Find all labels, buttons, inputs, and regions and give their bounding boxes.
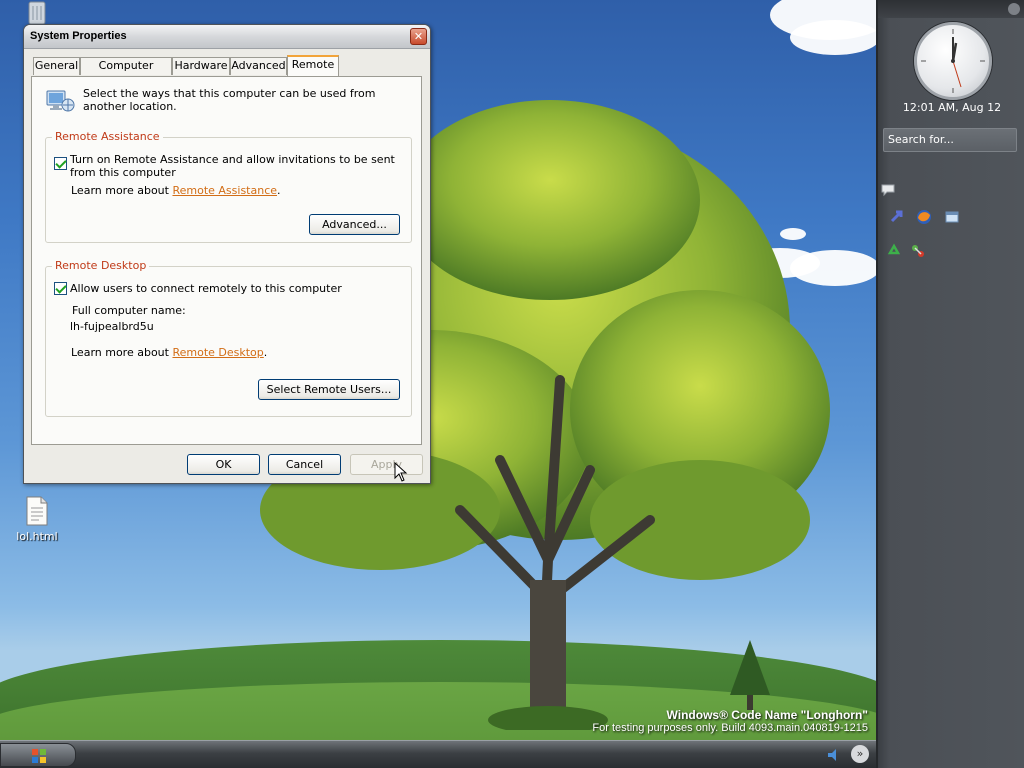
cloud-shape bbox=[790, 20, 876, 55]
sidebar: 12:01 AM, Aug 12 Search for... bbox=[876, 0, 1024, 768]
tab-computer-name[interactable]: Computer Name bbox=[80, 57, 172, 88]
recycle-bin-icon[interactable] bbox=[24, 0, 50, 25]
start-button[interactable] bbox=[0, 743, 76, 767]
network-app-icon[interactable] bbox=[910, 243, 926, 259]
tab-label: Remote bbox=[291, 58, 335, 71]
desktop-icon-lol-html[interactable]: lol.html bbox=[7, 496, 67, 543]
remote-desktop-link[interactable]: Remote Desktop bbox=[172, 346, 263, 359]
remote-desktop-group: Remote Desktop Allow users to connect re… bbox=[45, 259, 412, 417]
dialog-titlebar[interactable]: System Properties ✕ bbox=[24, 25, 430, 49]
remote-assistance-title: Remote Assistance bbox=[52, 130, 163, 143]
windows-flag-icon bbox=[32, 749, 46, 763]
clock-time-label: 12:01 AM, Aug 12 bbox=[902, 101, 1002, 114]
remote-desktop-learn-more: Learn more about Remote Desktop. bbox=[71, 346, 371, 359]
tab-general[interactable]: General bbox=[33, 57, 80, 75]
watermark-line1: Windows® Code Name "Longhorn" bbox=[666, 708, 868, 722]
learn-more-suffix: . bbox=[263, 346, 268, 359]
sidebar-menu-icon[interactable] bbox=[1008, 3, 1020, 15]
close-icon: ✕ bbox=[413, 30, 424, 43]
desktop-icon-label: lol.html bbox=[16, 530, 58, 543]
html-file-icon bbox=[26, 496, 48, 526]
tab-label: General bbox=[34, 59, 79, 72]
sidebar-search-input[interactable]: Search for... bbox=[883, 128, 1017, 152]
advanced-button[interactable]: Advanced... bbox=[309, 214, 400, 235]
tab-label: Advanced bbox=[231, 59, 286, 72]
select-remote-users-button[interactable]: Select Remote Users... bbox=[258, 379, 400, 400]
tab-remote[interactable]: Remote bbox=[287, 55, 339, 76]
tray-expand-chevron-icon[interactable]: » bbox=[851, 745, 869, 763]
arrow-app-icon[interactable] bbox=[889, 209, 905, 225]
full-computer-name-value: lh-fujpealbrd5u bbox=[70, 320, 154, 333]
learn-more-suffix: . bbox=[277, 184, 281, 197]
watermark-line2: For testing purposes only. Build 4093.ma… bbox=[592, 722, 868, 734]
close-button[interactable]: ✕ bbox=[410, 28, 427, 45]
apply-button[interactable]: Apply bbox=[350, 454, 423, 475]
intro-description: Select the ways that this computer can b… bbox=[83, 87, 376, 113]
remote-assistance-checkbox[interactable] bbox=[54, 157, 67, 170]
tab-advanced[interactable]: Advanced bbox=[230, 57, 287, 75]
remote-desktop-title: Remote Desktop bbox=[52, 259, 150, 272]
mouse-cursor-icon bbox=[394, 462, 408, 482]
remote-assistance-link[interactable]: Remote Assistance bbox=[172, 184, 277, 197]
computer-network-icon bbox=[46, 90, 75, 112]
remote-desktop-checkbox[interactable] bbox=[54, 282, 67, 295]
tab-label: Hardware bbox=[174, 59, 228, 72]
ok-button[interactable]: OK bbox=[187, 454, 260, 475]
learn-more-prefix: Learn more about bbox=[71, 346, 169, 359]
remote-assistance-group: Remote Assistance Turn on Remote Assista… bbox=[45, 130, 412, 243]
learn-more-prefix: Learn more about bbox=[71, 184, 169, 197]
window-app-icon[interactable] bbox=[944, 209, 960, 225]
remote-tab-panel: Select the ways that this computer can b… bbox=[31, 76, 422, 445]
chat-bubble-icon[interactable] bbox=[880, 182, 896, 198]
cancel-button[interactable]: Cancel bbox=[268, 454, 341, 475]
pine-tree-illustration bbox=[730, 640, 770, 710]
remote-assistance-learn-more: Learn more about Remote Assistance. bbox=[71, 184, 371, 197]
dialog-title: System Properties bbox=[30, 30, 127, 42]
remote-assistance-checkbox-label[interactable]: Turn on Remote Assistance and allow invi… bbox=[70, 153, 400, 179]
tab-hardware[interactable]: Hardware bbox=[172, 57, 230, 75]
remote-desktop-checkbox-label[interactable]: Allow users to connect remotely to this … bbox=[70, 282, 400, 295]
recycle-app-icon[interactable] bbox=[886, 243, 902, 259]
clock-gadget[interactable] bbox=[914, 22, 992, 100]
clock-hands-icon bbox=[921, 29, 985, 93]
sidebar-header bbox=[878, 0, 1024, 18]
full-computer-name-label: Full computer name: bbox=[72, 304, 186, 317]
taskbar: » bbox=[0, 740, 876, 768]
build-watermark: Windows® Code Name "Longhorn" For testin… bbox=[592, 708, 868, 734]
firefox-icon[interactable] bbox=[916, 209, 932, 225]
speaker-icon[interactable] bbox=[826, 747, 842, 763]
system-properties-dialog: System Properties ✕ General Computer Nam… bbox=[23, 24, 431, 484]
